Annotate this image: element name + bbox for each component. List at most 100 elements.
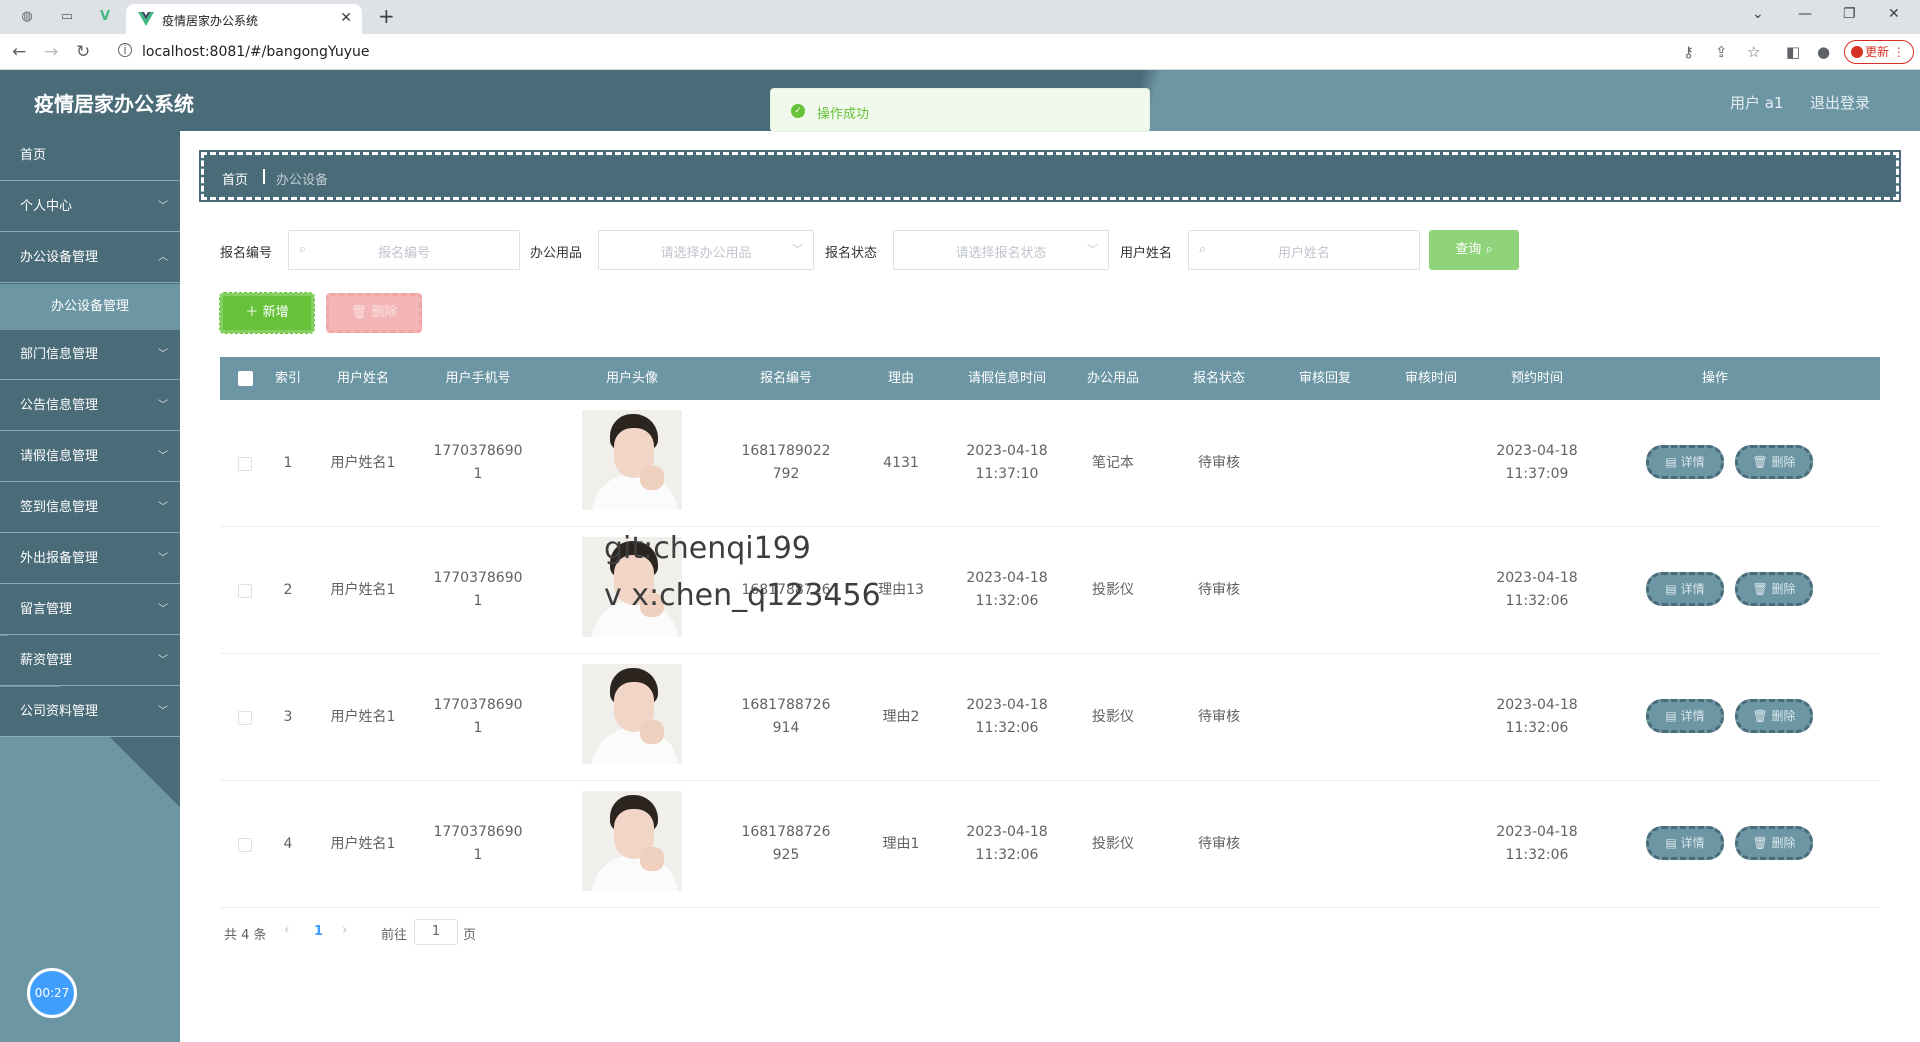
cell-text: 11:37:09 <box>1505 466 1569 482</box>
username-input[interactable]: ⌕ 用户姓名 <box>1188 230 1420 270</box>
row-checkbox[interactable] <box>238 838 252 852</box>
cell-text: 914 <box>772 720 800 736</box>
reload-icon[interactable]: ↻ <box>76 42 90 62</box>
chevron-right-icon[interactable]: › <box>342 922 348 938</box>
cell-appt: 2023-04-18 11:32:06 <box>1484 567 1590 613</box>
sidebar-item-messages[interactable]: 留言管理 ﹀ <box>0 585 180 635</box>
sidebar-item-label: 请假信息管理 <box>20 449 99 464</box>
browser-update-button[interactable]: 更新 ⋮ <box>1844 40 1914 64</box>
batch-delete-button[interactable]: 🗑 删除 <box>326 293 422 333</box>
col-reply: 审核回复 <box>1298 371 1351 386</box>
row-delete-button[interactable]: 🗑 删除 <box>1735 445 1813 479</box>
recording-timer[interactable]: 00:27 <box>27 968 77 1018</box>
share-icon[interactable]: ⇪ <box>1715 43 1728 61</box>
sidebar-item-label: 留言管理 <box>20 602 73 617</box>
cell-supplies: 投影仪 <box>1060 579 1166 602</box>
sidebar-item-personal-center[interactable]: 个人中心 ﹀ <box>0 182 180 232</box>
minimize-icon[interactable]: — <box>1798 6 1812 22</box>
window-close-icon[interactable]: ✕ <box>1888 6 1900 22</box>
sidebar-item-department[interactable]: 部门信息管理 ﹀ <box>0 330 180 380</box>
cell-index: 2 <box>266 579 310 602</box>
pinned-tab-icon[interactable]: ◍ <box>18 8 36 26</box>
pager-page-input[interactable]: 1 <box>414 919 458 945</box>
detail-button[interactable]: ▤ 详情 <box>1646 572 1724 606</box>
cell-text: 用户姓名1 <box>330 709 396 725</box>
cell-text: 2023-04-18 <box>966 570 1048 586</box>
success-check-icon: ✓ <box>791 104 805 118</box>
status-select[interactable]: 请选择报名状态 ﹀ <box>893 230 1109 270</box>
restore-icon[interactable]: ❐ <box>1843 6 1856 22</box>
browser-tab-active[interactable]: 疫情居家办公系统 ✕ <box>126 4 362 34</box>
sidebar-item-outing[interactable]: 外出报备管理 ﹀ <box>0 534 180 584</box>
url-field[interactable]: i localhost:8081/#/bangongYuyue <box>112 39 1642 65</box>
row-checkbox[interactable] <box>238 584 252 598</box>
detail-button[interactable]: ▤ 详情 <box>1646 826 1724 860</box>
row-delete-button[interactable]: 🗑 删除 <box>1735 699 1813 733</box>
forward-icon[interactable]: → <box>44 42 58 62</box>
cell-index: 4 <box>266 833 310 856</box>
sidebar-item-leave[interactable]: 请假信息管理 ﹀ <box>0 432 180 482</box>
sidebar-item-company-docs[interactable]: 公司资料管理 ﹀ <box>0 687 180 737</box>
side-panel-icon[interactable]: ◧ <box>1786 43 1800 61</box>
cell-text: 待审核 <box>1198 836 1240 852</box>
tab-close-icon[interactable]: ✕ <box>340 10 352 26</box>
detail-button[interactable]: ▤ 详情 <box>1646 445 1724 479</box>
row-checkbox[interactable] <box>238 711 252 725</box>
trash-icon: 🗑 <box>350 305 368 320</box>
chevron-left-icon[interactable]: ‹ <box>284 922 290 938</box>
cell-text: 11:32:06 <box>975 593 1039 609</box>
sidebar-item-checkin[interactable]: 签到信息管理 ﹀ <box>0 483 180 533</box>
reg-no-input[interactable]: ⌕ 报名编号 <box>288 230 520 270</box>
sidebar-item-home[interactable]: 首页 <box>0 131 180 181</box>
table-header: 索引 用户姓名 用户手机号 用户头像 报名编号 理由 请假信息时间 办公用品 报… <box>220 357 1880 400</box>
cell-text: 2023-04-18 <box>966 697 1048 713</box>
chevron-down-icon: ﹀ <box>158 201 168 212</box>
col-supplies: 办公用品 <box>1086 371 1139 386</box>
bookmark-star-icon[interactable]: ☆ <box>1747 43 1760 61</box>
cell-reason: 理由2 <box>848 706 954 729</box>
logout-link[interactable]: 退出登录 <box>1810 92 1870 113</box>
trash-icon: 🗑 <box>1752 836 1768 850</box>
sidebar-subitem-label: 办公设备管理 <box>50 299 129 314</box>
cell-supplies: 笔记本 <box>1060 452 1166 475</box>
profile-icon[interactable]: ● <box>1817 43 1830 61</box>
row-checkbox[interactable] <box>238 457 252 471</box>
add-button[interactable]: ＋ 新增 <box>219 292 315 334</box>
row-delete-button[interactable]: 🗑 删除 <box>1735 572 1813 606</box>
pinned-tab-blank-icon[interactable]: ▭ <box>58 8 76 26</box>
pager-page-1[interactable]: 1 <box>314 924 323 939</box>
cell-text: 1770378690 <box>433 697 523 713</box>
new-tab-icon[interactable]: + <box>378 6 395 26</box>
site-info-icon[interactable]: i <box>118 43 132 57</box>
sidebar-item-label: 外出报备管理 <box>20 551 99 566</box>
key-icon[interactable]: ⚷ <box>1683 43 1694 61</box>
sidebar-item-salary[interactable]: 薪资管理 ﹀ <box>0 636 180 686</box>
pinned-tab-vue-icon[interactable]: V <box>96 8 114 26</box>
col-phone: 用户手机号 <box>445 371 511 386</box>
sidebar-item-office-equipment[interactable]: 办公设备管理 ︿ <box>0 233 180 283</box>
col-status: 报名状态 <box>1192 371 1245 386</box>
sidebar-item-label: 部门信息管理 <box>20 347 99 362</box>
avatar-hand <box>640 847 664 871</box>
select-all-checkbox[interactable] <box>238 371 253 386</box>
search-button-label: 查询 <box>1455 242 1482 257</box>
search-button[interactable]: 查询 ⌕ <box>1429 230 1519 270</box>
tab-title: 疫情居家办公系统 <box>162 14 259 28</box>
cell-text: 2023-04-18 <box>966 443 1048 459</box>
cell-text: 11:32:06 <box>975 847 1039 863</box>
sidebar-subitem-office-equipment[interactable]: 办公设备管理 <box>0 284 180 330</box>
detail-button[interactable]: ▤ 详情 <box>1646 699 1724 733</box>
chevron-down-icon: ﹀ <box>1087 243 1098 256</box>
cell-name: 用户姓名1 <box>310 833 416 856</box>
chevron-down-icon: ﹀ <box>158 349 168 360</box>
sidebar-item-announcement[interactable]: 公告信息管理 ﹀ <box>0 381 180 431</box>
breadcrumb-home[interactable]: 首页 <box>222 169 248 188</box>
tab-search-chevron-icon[interactable]: ⌄ <box>1752 6 1764 22</box>
row-delete-button[interactable]: 🗑 删除 <box>1735 826 1813 860</box>
cell-text: 待审核 <box>1198 455 1240 471</box>
sidebar-item-label: 公告信息管理 <box>20 398 99 413</box>
supplies-placeholder: 请选择办公用品 <box>660 246 752 261</box>
supplies-select[interactable]: 请选择办公用品 ﹀ <box>598 230 814 270</box>
watermark-line-2: v x:chen_q123456 <box>604 578 881 613</box>
back-icon[interactable]: ← <box>12 42 26 62</box>
